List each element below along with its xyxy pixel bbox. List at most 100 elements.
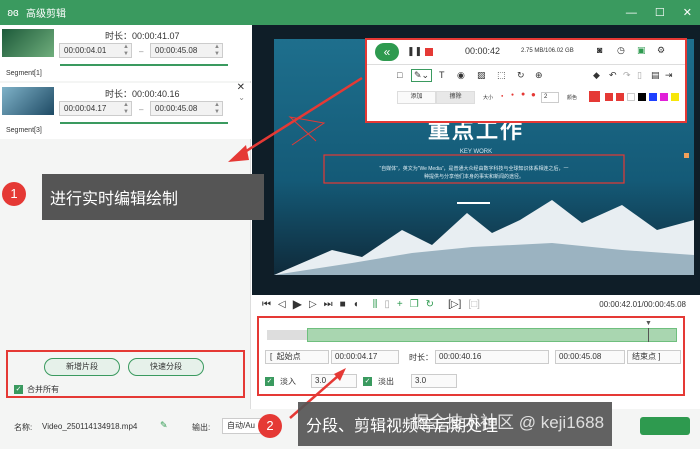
start-time-input[interactable]: 00:00:04.17: [331, 350, 399, 364]
segment-label: Segment[1]: [6, 70, 42, 77]
color-swatch[interactable]: [616, 93, 624, 101]
segment-thumbnail: [2, 87, 54, 115]
copy-icon[interactable]: ❐: [410, 299, 419, 310]
exit-icon[interactable]: ⇥: [665, 70, 673, 81]
segment-start-input[interactable]: 00:00:04.01 ▲ ▼: [59, 43, 132, 58]
color-swatch[interactable]: [649, 93, 657, 101]
fade-out-input[interactable]: 3.0: [411, 374, 457, 388]
restore-button[interactable]: ☐: [655, 6, 665, 19]
trim-out-icon[interactable]: [□]: [468, 299, 480, 310]
video-text: “自媒体”，英文为“We Media”，是普通大众经由数字科技与全球知识体系相连…: [379, 166, 569, 180]
size-dot-medium-icon[interactable]: ●: [511, 92, 514, 98]
toolbox-icon[interactable]: ▣: [637, 45, 646, 56]
trash-icon[interactable]: ▯: [384, 299, 390, 310]
minimize-button[interactable]: —: [626, 7, 637, 19]
segment-range-bar: [60, 64, 228, 66]
skip-start-icon[interactable]: ⏮: [262, 299, 271, 310]
stop-icon[interactable]: [425, 48, 433, 56]
stop-playback-icon[interactable]: ■: [340, 299, 346, 310]
segment-item[interactable]: Segment[1] 时长：00:00:41.07 00:00:04.01 ▲ ▼ …: [0, 25, 251, 81]
pen-tool-icon[interactable]: ✎⌄: [411, 69, 433, 82]
skip-end-icon[interactable]: ⏭: [324, 299, 333, 310]
add-icon[interactable]: +: [397, 299, 403, 310]
end-time-input[interactable]: 00:00:45.08: [555, 350, 625, 364]
checkmark-icon: ✓: [14, 385, 23, 394]
step-forward-icon[interactable]: ▷: [309, 299, 317, 310]
segment-end-input[interactable]: 00:00:45.08 ▲ ▼: [150, 43, 223, 58]
current-color-swatch[interactable]: [589, 91, 600, 102]
collapse-button[interactable]: «: [375, 43, 399, 61]
size-dot-large-icon[interactable]: ●: [521, 91, 525, 98]
timeline-editor: ▼ [ 起始点 00:00:04.17 时长： 00:00:40.16 00:0…: [257, 316, 685, 396]
rectangle-tool-icon[interactable]: □: [397, 70, 402, 80]
color-swatch[interactable]: [638, 93, 646, 101]
duration-label: 时长：: [409, 353, 433, 362]
text-tool-icon[interactable]: T: [439, 70, 445, 80]
highlight-tool-icon[interactable]: ◉: [457, 70, 465, 81]
chevron-down-icon[interactable]: ⌄: [238, 93, 245, 102]
watermark: 掘金技术社区 @ keji1688: [412, 413, 605, 432]
redo-tool-icon[interactable]: ↻: [517, 70, 525, 81]
tab-clear[interactable]: 擦除: [436, 91, 475, 104]
callout-badge: 2: [258, 414, 282, 438]
segment-end-input[interactable]: 00:00:45.08 ▲ ▼: [150, 101, 223, 116]
eraser-icon[interactable]: ◆: [593, 70, 600, 81]
segment-actions-box: 新增片段 快速分段 ✓ 合并所有: [6, 350, 245, 398]
segment-item[interactable]: Segment[3] 时长：00:00:40.16 00:00:04.17 ▲ ▼ …: [0, 82, 251, 139]
trim-in-icon[interactable]: [▷]: [448, 299, 461, 310]
timeline-track[interactable]: [307, 328, 677, 342]
output-label: 输出:: [192, 423, 211, 432]
redo-icon[interactable]: ↷: [623, 70, 631, 81]
play-icon[interactable]: ▶: [293, 297, 302, 311]
target-tool-icon[interactable]: ⊕: [535, 70, 543, 81]
export-button[interactable]: [640, 417, 690, 435]
image-tool-icon[interactable]: ▨: [477, 70, 486, 81]
checkmark-icon: ✓: [265, 377, 274, 386]
quick-split-button[interactable]: 快速分段: [128, 358, 204, 376]
file-name: Video_250114134918.mp4: [42, 422, 138, 431]
screenshot-tool-icon[interactable]: ⬚: [497, 70, 506, 81]
playback-time: 00:00:42.01/00:00:45.08: [599, 299, 686, 309]
color-label: 颜色: [567, 95, 578, 101]
fade-out-checkbox[interactable]: ✓ 淡出: [363, 376, 394, 387]
segment-label: Segment[3]: [6, 127, 42, 134]
size-dot-xl-icon[interactable]: ●: [531, 90, 536, 99]
split-icon[interactable]: ⫼: [373, 299, 378, 310]
remove-segment-icon[interactable]: ✕: [237, 82, 245, 93]
size-dot-small-icon[interactable]: ●: [501, 93, 503, 98]
merge-all-checkbox[interactable]: ✓ 合并所有: [14, 384, 59, 395]
playback-controls: ⏮ ◁ ▶ ▷ ⏭ ■ ◖ ⫼ ▯ + ❐ ↻ [▷] [□] 00:00:42…: [252, 295, 700, 313]
delete-icon[interactable]: ▯: [637, 70, 642, 81]
color-swatch[interactable]: [660, 93, 668, 101]
close-button[interactable]: ✕: [683, 6, 692, 19]
segment-range-bar: [60, 122, 228, 124]
undo-icon[interactable]: ↶: [609, 70, 617, 81]
clock-icon[interactable]: ◷: [617, 45, 625, 56]
refresh-icon[interactable]: ↻: [426, 299, 434, 310]
tab-add[interactable]: 添加: [397, 91, 436, 104]
app-logo-icon: ʚɞ: [7, 6, 19, 19]
start-point-button[interactable]: [ 起始点: [265, 350, 329, 364]
video-subheading: KEY WORK: [459, 149, 493, 155]
end-point-button[interactable]: 结束点 ]: [627, 350, 681, 364]
add-segment-button[interactable]: 新增片段: [44, 358, 120, 376]
gear-icon[interactable]: ⚙: [657, 45, 665, 56]
playhead-icon[interactable]: ▼: [645, 320, 652, 327]
clear-icon[interactable]: ▤: [651, 70, 660, 81]
color-swatch[interactable]: [671, 93, 679, 101]
volume-icon[interactable]: ◖: [353, 299, 359, 310]
fade-in-input[interactable]: 3.0: [311, 374, 357, 388]
size-input[interactable]: 2: [541, 92, 559, 103]
edit-name-icon[interactable]: ✎: [160, 420, 168, 431]
camera-icon[interactable]: ◙: [597, 45, 602, 55]
callout-box: 进行实时编辑绘制: [42, 174, 264, 220]
segment-duration: 时长：00:00:40.16: [105, 89, 180, 99]
pause-icon[interactable]: ❚❚: [407, 46, 422, 57]
record-time: 00:00:42: [465, 46, 501, 56]
fade-in-checkbox[interactable]: ✓ 淡入: [265, 376, 296, 387]
step-back-icon[interactable]: ◁: [278, 299, 286, 310]
color-swatch[interactable]: [605, 93, 613, 101]
duration-input[interactable]: 00:00:40.16: [435, 350, 549, 364]
color-swatch[interactable]: [627, 93, 635, 101]
segment-start-input[interactable]: 00:00:04.17 ▲ ▼: [59, 101, 132, 116]
